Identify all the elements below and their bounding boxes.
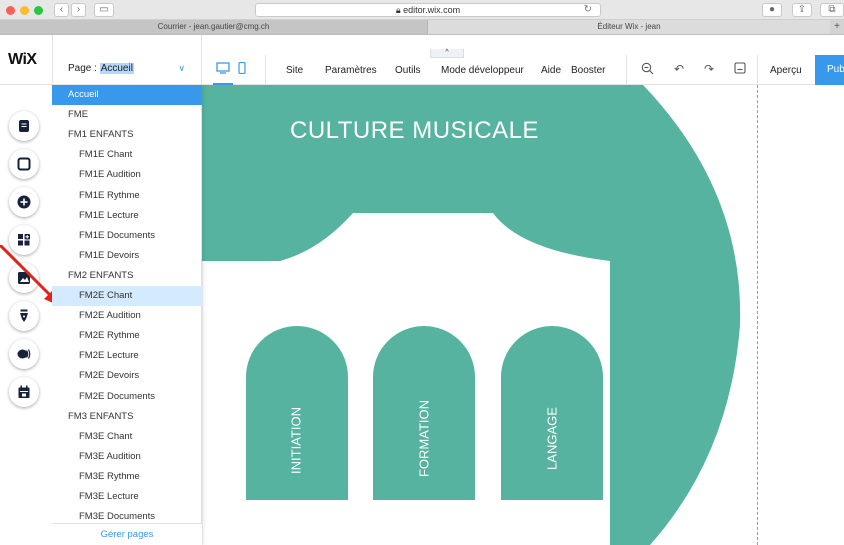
close-window-button[interactable]: [6, 6, 15, 15]
wix-top-bar: WiX Page : Accueil ∨ Site Paramètres Out…: [0, 35, 844, 85]
page-list-item[interactable]: FM2E Rythme: [52, 326, 202, 346]
menu-mode-developpeur[interactable]: Mode développeur: [441, 65, 524, 76]
sidebar-icon[interactable]: ▭: [94, 3, 114, 17]
menu-booster[interactable]: Booster: [571, 65, 605, 76]
minimize-window-button[interactable]: [20, 6, 29, 15]
page-list-dropdown: Accueil FME FM1 ENFANTS FM1E Chant FM1E Audi…: [52, 85, 202, 545]
back-icon[interactable]: ‹: [54, 3, 69, 17]
save-icon[interactable]: [734, 62, 746, 77]
page-selector-label: Page : Accueil: [68, 63, 134, 74]
add-icon: [17, 195, 31, 209]
page-list-item[interactable]: FM3 ENFANTS: [52, 407, 202, 427]
manage-pages-button[interactable]: Gérer pages: [52, 523, 202, 545]
editor-canvas[interactable]: CULTURE MUSICALE INITIATION FORMATION LA…: [0, 85, 844, 545]
chevron-down-icon: ∨: [178, 63, 185, 73]
page-list-item[interactable]: FM1E Lecture: [52, 206, 202, 226]
lock-icon: 🔒︎: [395, 5, 401, 15]
page-list-item[interactable]: Accueil: [52, 85, 202, 105]
chat-icon: [17, 349, 31, 359]
forward-icon[interactable]: ›: [71, 3, 86, 17]
page-list-item[interactable]: FM3E Audition: [52, 447, 202, 467]
divider: [265, 55, 266, 85]
menu-site[interactable]: Site: [286, 65, 303, 76]
left-toolbar: [0, 85, 52, 545]
pages-menu-button[interactable]: [9, 111, 39, 141]
reload-icon[interactable]: ↻: [584, 4, 592, 16]
tabs-overview-icon[interactable]: ⧉: [820, 3, 844, 17]
page-list-item[interactable]: FM2E Devoirs: [52, 366, 202, 386]
site-title[interactable]: CULTURE MUSICALE: [290, 117, 539, 145]
browser-tab-wix-editor[interactable]: Éditeur Wix - jean: [428, 20, 830, 34]
page-list-item[interactable]: FM1E Devoirs: [52, 246, 202, 266]
menu-parametres[interactable]: Paramètres: [325, 65, 377, 76]
page-list-item[interactable]: FM1E Rythme: [52, 186, 202, 206]
page-list-item[interactable]: FM3E Chant: [52, 427, 202, 447]
chat-button[interactable]: [9, 339, 39, 369]
arch-label-formation: FORMATION: [416, 399, 432, 478]
page-list-item[interactable]: FM1 ENFANTS: [52, 125, 202, 145]
redo-icon[interactable]: ↷: [704, 62, 714, 76]
preview-button[interactable]: Aperçu: [770, 65, 802, 76]
browser-tab-mail[interactable]: Courrier - jean.gautier@cmg.ch: [0, 20, 428, 34]
menu-aide[interactable]: Aide: [541, 65, 561, 76]
undo-icon[interactable]: ↶: [674, 62, 684, 76]
desktop-view-icon[interactable]: [216, 62, 230, 77]
wix-logo[interactable]: WiX: [8, 51, 37, 69]
arch-label-langage: LANGAGE: [544, 407, 560, 470]
zoom-window-button[interactable]: [34, 6, 43, 15]
divider: [626, 55, 627, 85]
page-selector[interactable]: Page : Accueil ∨: [52, 35, 202, 85]
add-button[interactable]: [9, 187, 39, 217]
background-button[interactable]: [9, 149, 39, 179]
page-list-item[interactable]: FM2E Audition: [52, 306, 202, 326]
page-list-item[interactable]: FM2E Chant: [52, 286, 202, 306]
share-icon[interactable]: ⇪: [792, 3, 812, 17]
page-list-item[interactable]: FM3E Lecture: [52, 487, 202, 507]
menu-outils[interactable]: Outils: [395, 65, 421, 76]
current-page-name: Accueil: [99, 63, 134, 74]
divider: [757, 55, 758, 85]
browser-toolbar: ‹ › ▭ 🔒︎ editor.wix.com ↻ ● ⇪ ⧉: [0, 0, 844, 20]
pages-icon: [19, 120, 29, 132]
page-list-item[interactable]: FM2 ENFANTS: [52, 266, 202, 286]
screen: ‹ › ▭ 🔒︎ editor.wix.com ↻ ● ⇪ ⧉ Courrier…: [0, 0, 844, 545]
page-list-item[interactable]: FM3E Rythme: [52, 467, 202, 487]
collapse-toolbar-icon[interactable]: ^: [430, 49, 464, 58]
page-list-item[interactable]: FM1E Chant: [52, 145, 202, 165]
page-right-guide: [757, 85, 758, 545]
background-icon: [17, 157, 31, 171]
bookings-button[interactable]: [9, 377, 39, 407]
page-list-item[interactable]: FM2E Documents: [52, 387, 202, 407]
arch-label-initiation: INITIATION: [288, 407, 304, 474]
new-tab-icon[interactable]: +: [830, 20, 844, 34]
publish-button[interactable]: Publier: [815, 55, 844, 85]
page-list-item[interactable]: FM1E Audition: [52, 165, 202, 185]
browser-tab-bar: Courrier - jean.gautier@cmg.ch Éditeur W…: [0, 20, 844, 35]
zoom-out-icon[interactable]: [641, 62, 654, 78]
page-list-item[interactable]: FME: [52, 105, 202, 125]
page-list-item[interactable]: FM2E Lecture: [52, 346, 202, 366]
page-list-item[interactable]: FM1E Documents: [52, 226, 202, 246]
download-icon[interactable]: ●: [762, 3, 782, 17]
url-text: editor.wix.com: [403, 5, 461, 15]
calendar-icon: [18, 385, 30, 398]
address-bar[interactable]: 🔒︎ editor.wix.com ↻: [255, 3, 601, 17]
mobile-view-icon[interactable]: [238, 61, 246, 77]
